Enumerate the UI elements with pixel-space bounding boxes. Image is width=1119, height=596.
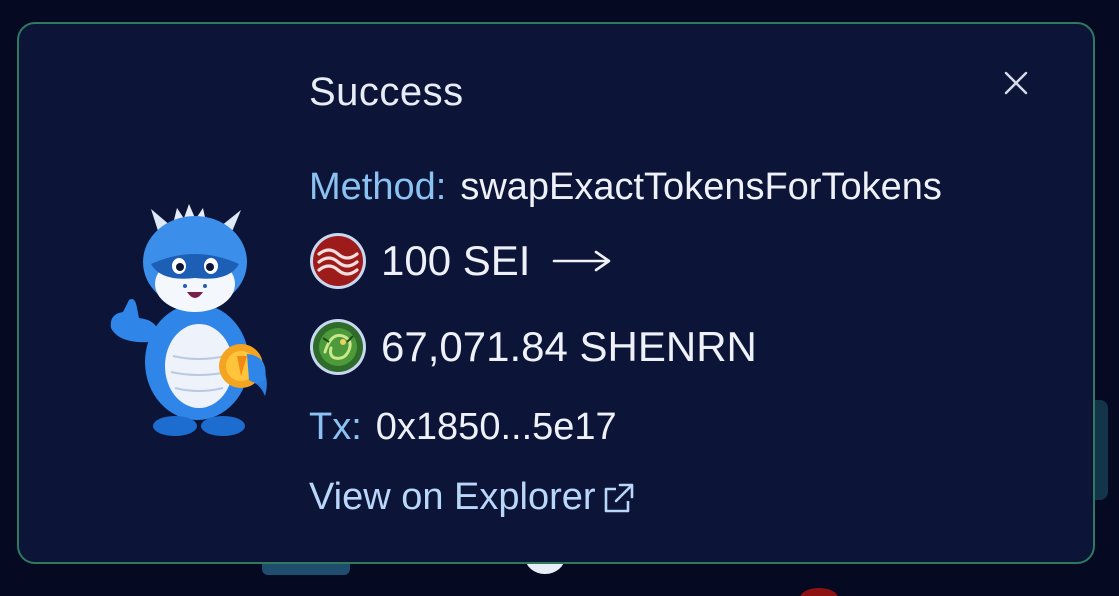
to-token-row: 67,071.84 SHENRN	[309, 318, 757, 376]
arrow-right-icon	[553, 250, 611, 272]
shenrn-token-icon	[310, 319, 366, 375]
tx-hash: 0x1850...5e17	[375, 406, 617, 448]
to-amount: 67,071.84 SHENRN	[381, 323, 757, 370]
background-element	[800, 588, 838, 596]
tx-label: Tx:	[309, 406, 362, 448]
explorer-link-label: View on Explorer	[309, 476, 596, 518]
view-on-explorer-link[interactable]: View on Explorer	[309, 476, 636, 519]
method-label: Method:	[309, 166, 447, 208]
method-row: Method: swapExactTokensForTokens	[309, 166, 942, 209]
success-toast: Success Method: swapExactTokensForTokens…	[17, 22, 1095, 564]
sei-token-icon	[310, 233, 366, 289]
from-token-row: 100 SEI	[309, 232, 612, 290]
dragon-mascot-illustration	[110, 204, 267, 436]
tx-row: Tx: 0x1850...5e17	[309, 406, 617, 449]
from-amount: 100 SEI	[381, 237, 531, 284]
toast-title: Success	[309, 70, 464, 114]
method-value: swapExactTokensForTokens	[460, 166, 942, 208]
external-link-icon	[604, 483, 633, 512]
close-icon[interactable]	[999, 66, 1033, 100]
